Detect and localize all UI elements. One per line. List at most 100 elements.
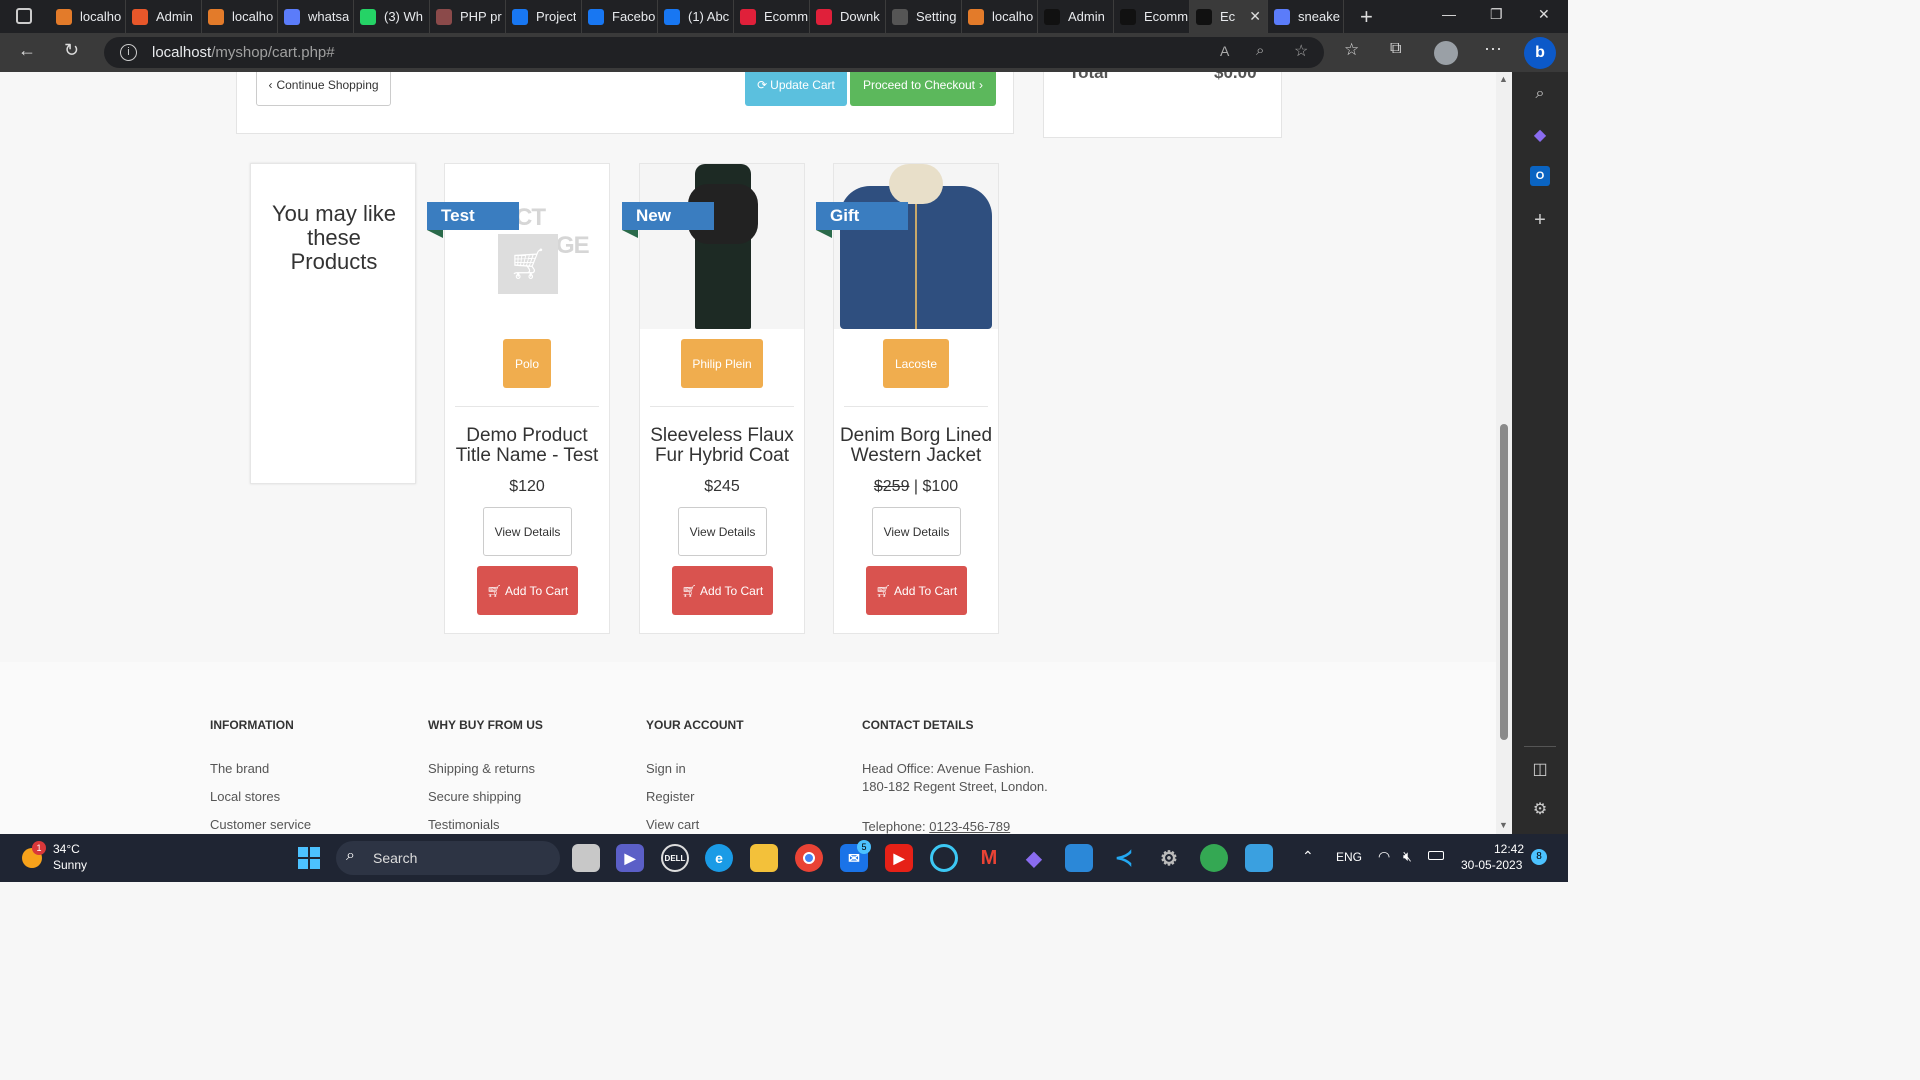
- brand-button[interactable]: Polo: [503, 339, 551, 388]
- tab[interactable]: PHP pr: [430, 0, 506, 33]
- tab[interactable]: localho: [962, 0, 1038, 33]
- tab[interactable]: whatsa: [278, 0, 354, 33]
- speaker-muted-icon[interactable]: 🔇︎: [1403, 848, 1412, 865]
- product-title[interactable]: Sleeveless Flaux Fur Hybrid Coat: [644, 426, 800, 466]
- product-title[interactable]: Denim Borg Lined Western Jacket: [838, 426, 994, 466]
- telephone-link[interactable]: 0123-456-789: [929, 819, 1010, 834]
- tab[interactable]: Admin: [126, 0, 202, 33]
- footer-link[interactable]: Register: [646, 789, 694, 804]
- notepad-icon[interactable]: [1245, 844, 1273, 872]
- teams-icon[interactable]: ▶: [616, 844, 644, 872]
- add-to-cart-button[interactable]: 🛒︎ Add To Cart: [672, 566, 773, 615]
- maximize-button[interactable]: ❐: [1490, 6, 1503, 23]
- tab[interactable]: Setting: [886, 0, 962, 33]
- tab[interactable]: Ecomm: [734, 0, 810, 33]
- brand-button[interactable]: Philip Plein: [681, 339, 763, 388]
- tab[interactable]: Admin: [1038, 0, 1114, 33]
- clock-time[interactable]: 12:42: [1494, 842, 1524, 856]
- view-details-button[interactable]: View Details: [678, 507, 767, 556]
- url-field[interactable]: i localhost/myshop/cart.php# A ⌕ ☆: [104, 37, 1324, 68]
- cart-icon: 🛒︎: [681, 583, 698, 598]
- profile-avatar[interactable]: [1434, 41, 1458, 65]
- scroll-down-arrow[interactable]: ▼: [1499, 820, 1508, 830]
- minimize-button[interactable]: —: [1442, 6, 1456, 22]
- scroll-up-arrow[interactable]: ▲: [1499, 74, 1508, 84]
- tab[interactable]: Ec ✕: [1190, 0, 1268, 33]
- zoom-icon[interactable]: ⌕: [1256, 42, 1264, 59]
- battery-icon[interactable]: [1428, 851, 1444, 860]
- gear-icon[interactable]: ⚙: [1530, 800, 1550, 820]
- favorites-icon[interactable]: ☆: [1344, 40, 1359, 60]
- tab[interactable]: (3) Wh: [354, 0, 430, 33]
- page-content: ‹ Continue Shopping ⟳ Update Cart Proceed …: [0, 72, 1496, 834]
- new-tab-button[interactable]: +: [1360, 4, 1373, 30]
- tab-actions-icon[interactable]: [16, 8, 32, 24]
- footer-link[interactable]: Local stores: [210, 789, 280, 804]
- close-window-button[interactable]: ✕: [1538, 6, 1550, 23]
- back-icon[interactable]: ←: [18, 40, 36, 61]
- vscode-icon[interactable]: ≺: [1110, 844, 1138, 872]
- weather-temp[interactable]: 34°C: [53, 842, 80, 856]
- product-image[interactable]: CT IMAGE🛒︎: [445, 164, 609, 329]
- footer-link[interactable]: The brand: [210, 761, 269, 776]
- paint-icon[interactable]: [1065, 844, 1093, 872]
- outlook-icon[interactable]: O: [1530, 166, 1550, 186]
- tab[interactable]: (1) Abc: [658, 0, 734, 33]
- notification-badge[interactable]: 8: [1531, 849, 1547, 865]
- tab[interactable]: Facebo: [582, 0, 658, 33]
- tab[interactable]: localho: [202, 0, 278, 33]
- add-to-cart-button[interactable]: 🛒︎ Add To Cart: [866, 566, 967, 615]
- refresh-icon[interactable]: ↻: [64, 40, 79, 61]
- scrollbar-thumb[interactable]: [1500, 424, 1508, 740]
- tab[interactable]: Downk: [810, 0, 886, 33]
- collections-icon[interactable]: ⧉: [1390, 40, 1401, 58]
- file-explorer-icon[interactable]: [750, 844, 778, 872]
- wifi-icon[interactable]: ◠: [1378, 848, 1390, 865]
- brand-button[interactable]: Lacoste: [883, 339, 949, 388]
- footer-link[interactable]: Customer service: [210, 817, 311, 832]
- search-icon[interactable]: ⌕: [1530, 84, 1550, 104]
- chevron-up-icon[interactable]: ⌃: [1302, 848, 1314, 865]
- add-icon[interactable]: +: [1530, 210, 1550, 230]
- tab[interactable]: sneake: [1268, 0, 1344, 33]
- favorite-add-icon[interactable]: ☆: [1294, 41, 1308, 61]
- product-title[interactable]: Demo Product Title Name - Test: [449, 426, 605, 466]
- product-image[interactable]: [640, 164, 804, 329]
- footer-link[interactable]: Shipping & returns: [428, 761, 535, 776]
- weather-desc[interactable]: Sunny: [53, 858, 87, 872]
- chrome-profile-icon[interactable]: [1200, 844, 1228, 872]
- menu-icon[interactable]: ⋯: [1484, 39, 1502, 60]
- chrome-icon[interactable]: [795, 844, 823, 872]
- dell-icon[interactable]: DELL: [661, 844, 689, 872]
- tab[interactable]: localho: [50, 0, 126, 33]
- product-image[interactable]: [834, 164, 998, 329]
- cortana-icon[interactable]: [930, 844, 958, 872]
- taskbar-search-box[interactable]: ⌕ Search: [336, 841, 560, 875]
- view-details-button[interactable]: View Details: [483, 507, 572, 556]
- gmail-icon[interactable]: M: [975, 844, 1003, 872]
- copilot-taskbar-icon[interactable]: ◆: [1020, 844, 1048, 872]
- edge-icon[interactable]: e: [705, 844, 733, 872]
- bing-icon[interactable]: b: [1524, 37, 1556, 69]
- page-scrollbar[interactable]: ▲ ▼: [1496, 72, 1512, 834]
- browser-tab-bar: localho Admin localho whatsa (3) Wh PHP pr Pro…: [0, 0, 1568, 33]
- close-tab-icon[interactable]: ✕: [1249, 8, 1261, 25]
- site-info-icon[interactable]: i: [120, 44, 137, 61]
- add-to-cart-button[interactable]: 🛒︎ Add To Cart: [477, 566, 578, 615]
- copilot-icon[interactable]: ◆: [1530, 126, 1550, 146]
- tab[interactable]: Project: [506, 0, 582, 33]
- settings-icon[interactable]: ⚙: [1155, 844, 1183, 872]
- split-screen-icon[interactable]: ◫: [1530, 760, 1550, 780]
- windows-start-icon[interactable]: [298, 847, 320, 869]
- footer-link[interactable]: Secure shipping: [428, 789, 521, 804]
- language-indicator[interactable]: ENG: [1336, 850, 1362, 864]
- footer-link[interactable]: Testimonials: [428, 817, 500, 832]
- footer-link[interactable]: View cart: [646, 817, 699, 832]
- clock-date[interactable]: 30-05-2023: [1461, 858, 1522, 872]
- youtube-icon[interactable]: ▶: [885, 844, 913, 872]
- tab[interactable]: Ecomm: [1114, 0, 1190, 33]
- view-details-button[interactable]: View Details: [872, 507, 961, 556]
- read-aloud-icon[interactable]: A: [1220, 43, 1229, 59]
- task-view-icon[interactable]: [572, 844, 600, 872]
- footer-link[interactable]: Sign in: [646, 761, 686, 776]
